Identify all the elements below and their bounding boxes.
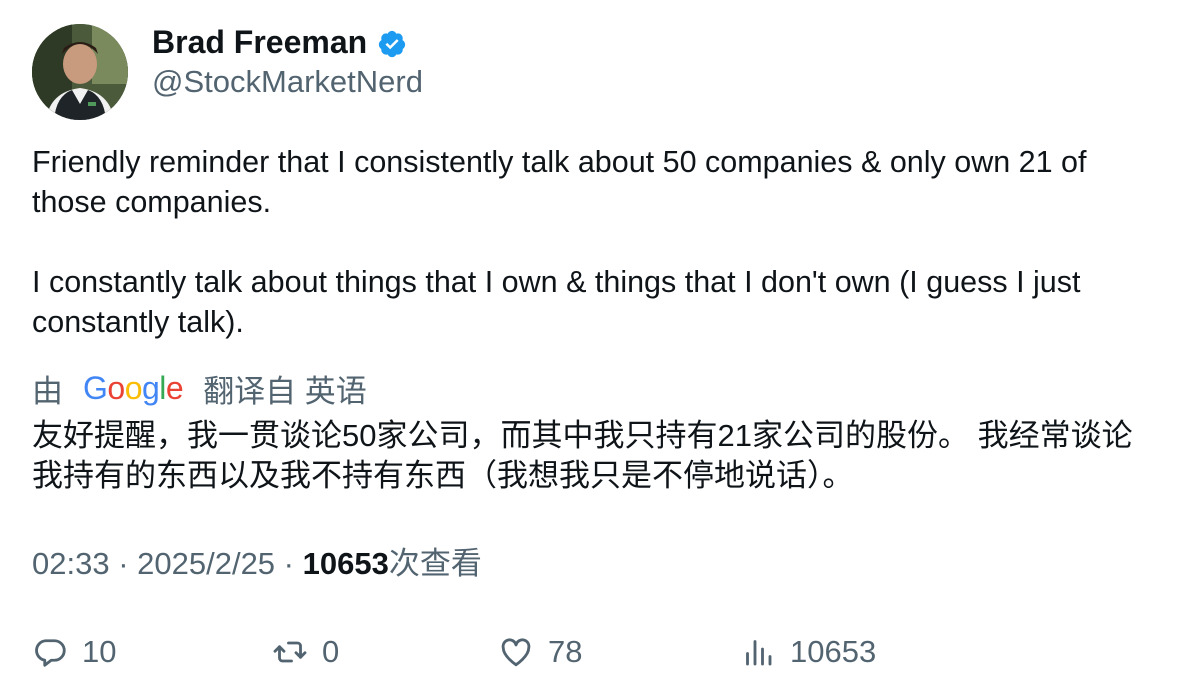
author-block: Brad Freeman @StockMarketNerd	[152, 22, 423, 102]
views-label: 次查看	[388, 546, 482, 581]
analytics-icon	[740, 634, 776, 670]
views-button[interactable]: 10653	[740, 630, 876, 674]
translation-attribution[interactable]: 由 Google 翻译自 英语	[32, 366, 367, 410]
tweet-paragraph: I constantly talk about things that I ow…	[32, 265, 1081, 339]
avatar-image	[32, 24, 128, 120]
tweet-paragraph: Friendly reminder that I consistently ta…	[32, 145, 1087, 219]
retweet-count: 0	[322, 634, 340, 669]
reply-button[interactable]: 10	[32, 630, 116, 674]
tweet-date[interactable]: 2025/2/25	[137, 546, 275, 581]
translation-prefix: 由	[32, 373, 63, 409]
tweet-body: Friendly reminder that I consistently ta…	[32, 142, 1168, 342]
translation-suffix: 翻译自 英语	[203, 373, 367, 409]
reply-icon	[32, 634, 68, 670]
author-name[interactable]: Brad Freeman	[152, 22, 367, 62]
views-action-count: 10653	[790, 634, 877, 669]
translated-text: 友好提醒，我一贯谈论50家公司，而其中我只持有21家公司的股份。 我经常谈论我持…	[32, 418, 1133, 493]
meta-separator: ·	[109, 546, 138, 581]
like-button[interactable]: 78	[498, 630, 582, 674]
retweet-button[interactable]: 0	[272, 630, 339, 674]
author-name-row: Brad Freeman	[152, 22, 423, 62]
heart-icon	[498, 634, 534, 670]
tweet-time[interactable]: 02:33	[32, 546, 110, 581]
retweet-icon	[272, 634, 308, 670]
author-handle[interactable]: @StockMarketNerd	[152, 62, 423, 102]
meta-separator: ·	[275, 546, 303, 581]
views-count: 10653	[302, 546, 389, 581]
tweet-meta: 02:33 · 2025/2/25 · 10653次查看	[32, 544, 482, 584]
reply-count: 10	[82, 634, 117, 669]
verified-badge-icon[interactable]	[377, 29, 407, 59]
action-bar: 10 0 78 10653	[0, 630, 1196, 674]
avatar[interactable]	[32, 24, 128, 120]
like-count: 78	[548, 634, 583, 669]
google-logo: Google	[83, 369, 184, 406]
